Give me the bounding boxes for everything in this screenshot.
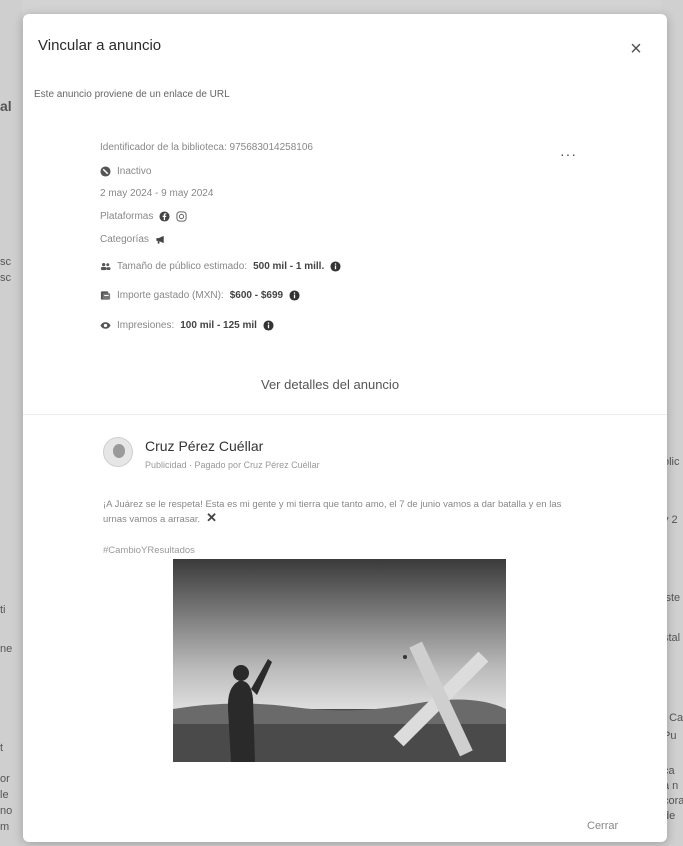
categories-row: Categorías (100, 234, 166, 245)
megaphone-icon (155, 234, 166, 245)
spend-row: Importe gastado (MXN): $600 - $699 (100, 290, 300, 301)
audience-label: Tamaño de público estimado: (117, 261, 248, 272)
status-row: Inactivo (100, 166, 151, 177)
impressions-row: Impresiones: 100 mil - 125 mil (100, 320, 274, 331)
date-range: 2 may 2024 - 9 may 2024 (100, 188, 214, 199)
eye-icon (100, 320, 111, 331)
dialog-title: Vincular a anuncio (38, 37, 162, 54)
bg-fragment: sc (0, 272, 11, 284)
bg-fragment: le (0, 789, 9, 801)
sponsored-label: Publicidad · Pagado por Cruz Pérez Cuéll… (145, 460, 320, 470)
spend-icon (100, 290, 111, 301)
spend-value: $600 - $699 (229, 290, 284, 301)
advertiser-name[interactable]: Cruz Pérez Cuéllar (145, 438, 263, 454)
platforms-row: Plataformas (100, 211, 187, 222)
inactive-status-icon (100, 166, 111, 177)
bg-fragment: no (0, 805, 13, 817)
bg-fragment: al (0, 98, 12, 114)
bg-fragment: m (0, 821, 10, 833)
bg-fragment: ti (0, 604, 6, 616)
info-icon[interactable] (263, 320, 274, 331)
spend-label: Importe gastado (MXN): (117, 290, 224, 301)
x-logo-icon: ✕ (206, 510, 218, 525)
status-text: Inactivo (117, 166, 152, 177)
bg-fragment: sc (0, 256, 11, 268)
audience-value: 500 mil - 1 mill. (253, 261, 325, 272)
bg-fragment: ne (0, 643, 13, 655)
bg-fragment: t (0, 742, 4, 754)
info-icon[interactable] (330, 261, 341, 272)
audience-row: Tamaño de público estimado: 500 mil - 1 … (100, 261, 341, 272)
close-icon[interactable]: × (627, 39, 645, 59)
impressions-value: 100 mil - 125 mil (180, 320, 257, 331)
info-icon[interactable] (289, 290, 300, 301)
audience-icon (100, 261, 111, 272)
ad-body-text: ¡A Juárez se le respeta! Esta es mi gent… (103, 498, 583, 526)
avatar[interactable] (103, 437, 133, 467)
link-to-ad-dialog: Vincular a anuncio × Este anuncio provie… (23, 14, 667, 842)
bg-fragment: or (0, 773, 10, 785)
categories-label: Categorías (100, 234, 149, 245)
ad-image (173, 559, 506, 762)
divider (23, 414, 667, 415)
more-options-icon[interactable]: ··· (560, 146, 577, 162)
instagram-icon (176, 211, 187, 222)
library-id: Identificador de la biblioteca: 97568301… (100, 142, 313, 153)
ad-copy: ¡A Juárez se le respeta! Esta es mi gent… (103, 499, 562, 525)
close-button[interactable]: Cerrar (587, 820, 618, 832)
hashtag[interactable]: #CambioYResultados (103, 545, 195, 556)
platforms-label: Plataformas (100, 211, 154, 222)
dialog-subtitle: Este anuncio proviene de un enlace de UR… (34, 89, 230, 100)
impressions-label: Impresiones: (117, 320, 175, 331)
library-id-text: Identificador de la biblioteca: 97568301… (100, 142, 313, 153)
dates-row: 2 may 2024 - 9 may 2024 (100, 188, 213, 199)
view-ad-details-link[interactable]: Ver detalles del anuncio (261, 377, 399, 392)
background-left-column: al sc sc ti ne t or le no m (0, 0, 22, 846)
facebook-icon (159, 211, 170, 222)
